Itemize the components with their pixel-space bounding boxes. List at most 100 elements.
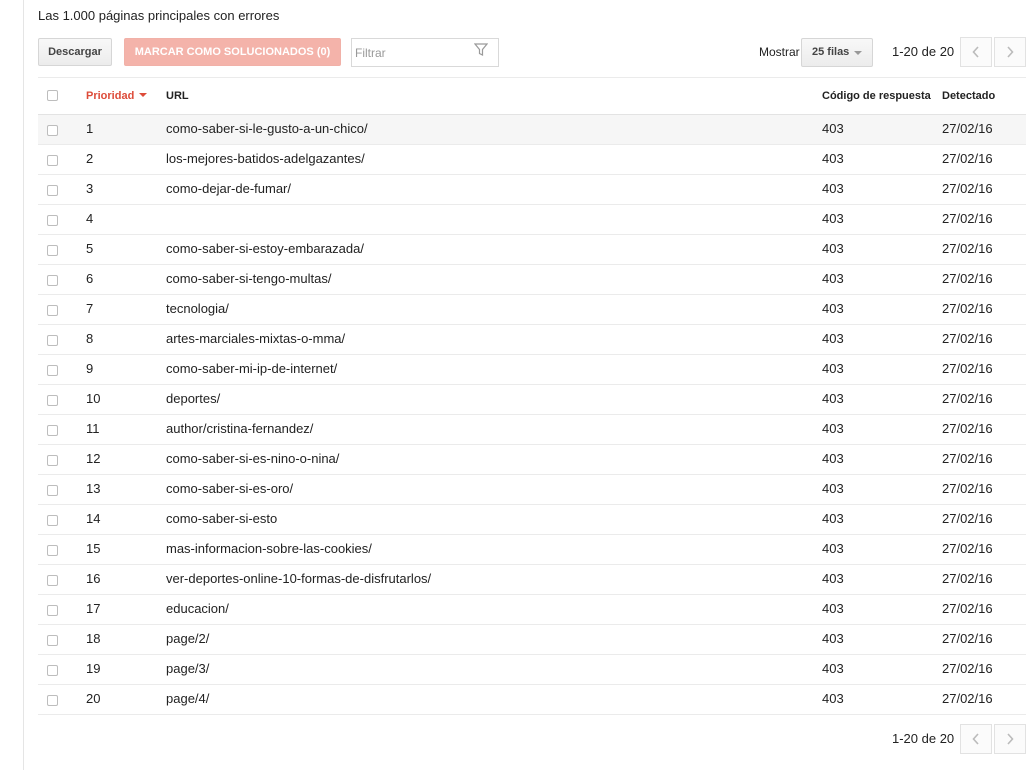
- response-code-cell: 403: [822, 421, 844, 436]
- table-row[interactable]: 16 ver-deportes-online-10-formas-de-disfr…: [38, 565, 1026, 595]
- priority-column-header[interactable]: Prioridad: [86, 90, 148, 102]
- priority-cell: 20: [86, 691, 101, 706]
- url-cell[interactable]: como-saber-mi-ip-de-internet/: [166, 361, 337, 376]
- row-checkbox[interactable]: [47, 155, 58, 166]
- filter-box: [351, 38, 499, 67]
- detected-date-cell: 27/02/16: [942, 511, 993, 526]
- url-cell[interactable]: como-saber-si-es-oro/: [166, 481, 293, 496]
- row-checkbox[interactable]: [47, 125, 58, 136]
- table-row[interactable]: 18 page/2/403 27/02/16: [38, 625, 1026, 655]
- priority-cell: 3: [86, 181, 94, 196]
- row-checkbox[interactable]: [47, 215, 58, 226]
- detected-column-header[interactable]: Detectado: [942, 90, 995, 102]
- detected-date-cell: 27/02/16: [942, 181, 993, 196]
- priority-cell: 8: [86, 331, 94, 346]
- detected-date-cell: 27/02/16: [942, 661, 993, 676]
- priority-header-label: Prioridad: [86, 90, 135, 102]
- url-cell[interactable]: como-saber-si-estoy-embarazada/: [166, 241, 364, 256]
- detected-date-cell: 27/02/16: [942, 331, 993, 346]
- page-title: Las 1.000 páginas principales con errore…: [38, 8, 280, 23]
- table-row[interactable]: 20 page/4/403 27/02/16: [38, 685, 1026, 715]
- row-checkbox[interactable]: [47, 335, 58, 346]
- row-checkbox[interactable]: [47, 545, 58, 556]
- rows-per-page-value: 25 filas: [812, 46, 850, 58]
- url-cell[interactable]: como-dejar-de-fumar/: [166, 181, 291, 196]
- row-checkbox[interactable]: [47, 635, 58, 646]
- row-checkbox[interactable]: [47, 575, 58, 586]
- table-header: Prioridad URL Código de respuesta Detect…: [38, 80, 1026, 115]
- detected-date-cell: 27/02/16: [942, 151, 993, 166]
- table-row[interactable]: 3 como-dejar-de-fumar/403 27/02/16: [38, 175, 1026, 205]
- footer-prev-page-button[interactable]: [960, 724, 992, 754]
- table-row[interactable]: 12 como-saber-si-es-nino-o-nina/403 27/02/…: [38, 445, 1026, 475]
- table-row[interactable]: 9 como-saber-mi-ip-de-internet/403 27/02/1…: [38, 355, 1026, 385]
- filter-input[interactable]: [355, 44, 467, 61]
- url-cell[interactable]: deportes/: [166, 391, 220, 406]
- footer-next-page-button[interactable]: [994, 724, 1026, 754]
- table-row[interactable]: 11 author/cristina-fernandez/403 27/02/16: [38, 415, 1026, 445]
- url-cell[interactable]: artes-marciales-mixtas-o-mma/: [166, 331, 345, 346]
- select-all-checkbox[interactable]: [47, 90, 58, 101]
- page-left-divider: [23, 0, 24, 770]
- response-code-cell: 403: [822, 631, 844, 646]
- table-row[interactable]: 8 artes-marciales-mixtas-o-mma/403 27/02/1…: [38, 325, 1026, 355]
- row-checkbox[interactable]: [47, 455, 58, 466]
- row-checkbox[interactable]: [47, 665, 58, 676]
- chevron-left-icon: [972, 46, 979, 58]
- table-row[interactable]: 14 como-saber-si-esto 403 27/02/16: [38, 505, 1026, 535]
- response-code-column-header[interactable]: Código de respuesta: [822, 90, 931, 102]
- row-checkbox[interactable]: [47, 605, 58, 616]
- row-checkbox[interactable]: [47, 185, 58, 196]
- row-checkbox[interactable]: [47, 275, 58, 286]
- rows-per-page-select[interactable]: 25 filas: [801, 38, 873, 67]
- table-row[interactable]: 19 page/3/403 27/02/16: [38, 655, 1026, 685]
- detected-date-cell: 27/02/16: [942, 121, 993, 136]
- show-label: Mostrar: [759, 45, 800, 59]
- url-cell[interactable]: educacion/: [166, 601, 229, 616]
- url-cell[interactable]: como-saber-si-tengo-multas/: [166, 271, 331, 286]
- priority-cell: 1: [86, 121, 94, 136]
- url-cell[interactable]: mas-informacion-sobre-las-cookies/: [166, 541, 372, 556]
- row-checkbox[interactable]: [47, 695, 58, 706]
- url-cell[interactable]: como-saber-si-es-nino-o-nina/: [166, 451, 339, 466]
- table-row[interactable]: 13 como-saber-si-es-oro/403 27/02/16: [38, 475, 1026, 505]
- download-button[interactable]: Descargar: [38, 38, 112, 66]
- table-row[interactable]: 17 educacion/403 27/02/16: [38, 595, 1026, 625]
- funnel-icon[interactable]: [474, 43, 488, 57]
- url-cell[interactable]: page/4/: [166, 691, 209, 706]
- detected-date-cell: 27/02/16: [942, 391, 993, 406]
- chevron-left-icon: [972, 733, 979, 745]
- url-column-header[interactable]: URL: [166, 90, 189, 102]
- table-row[interactable]: 1 como-saber-si-le-gusto-a-un-chico/403 27…: [38, 115, 1026, 145]
- detected-date-cell: 27/02/16: [942, 541, 993, 556]
- row-checkbox[interactable]: [47, 515, 58, 526]
- mark-fixed-button[interactable]: MARCAR COMO SOLUCIONADOS (0): [124, 38, 341, 66]
- row-checkbox[interactable]: [47, 365, 58, 376]
- next-page-button[interactable]: [994, 37, 1026, 67]
- table-row[interactable]: 2 los-mejores-batidos-adelgazantes/403 27/…: [38, 145, 1026, 175]
- table-row[interactable]: 15 mas-informacion-sobre-las-cookies/403 2…: [38, 535, 1026, 565]
- row-checkbox[interactable]: [47, 425, 58, 436]
- table-row[interactable]: 6 como-saber-si-tengo-multas/403 27/02/16: [38, 265, 1026, 295]
- row-checkbox[interactable]: [47, 305, 58, 316]
- url-cell[interactable]: como-saber-si-esto: [166, 511, 277, 526]
- url-cell[interactable]: como-saber-si-le-gusto-a-un-chico/: [166, 121, 368, 136]
- table-row[interactable]: 5 como-saber-si-estoy-embarazada/403 27/02…: [38, 235, 1026, 265]
- row-checkbox[interactable]: [47, 245, 58, 256]
- url-cell[interactable]: tecnologia/: [166, 301, 229, 316]
- footer-pagination-info: 1-20 de 20: [892, 731, 955, 746]
- url-cell[interactable]: page/2/: [166, 631, 209, 646]
- detected-date-cell: 27/02/16: [942, 571, 993, 586]
- prev-page-button[interactable]: [960, 37, 992, 67]
- table-row[interactable]: 10 deportes/403 27/02/16: [38, 385, 1026, 415]
- row-checkbox[interactable]: [47, 395, 58, 406]
- url-cell[interactable]: ver-deportes-online-10-formas-de-disfrut…: [166, 571, 431, 586]
- url-cell[interactable]: author/cristina-fernandez/: [166, 421, 313, 436]
- table-row[interactable]: 4 403 27/02/16: [38, 205, 1026, 235]
- url-cell[interactable]: page/3/: [166, 661, 209, 676]
- table-row[interactable]: 7 tecnologia/403 27/02/16: [38, 295, 1026, 325]
- row-checkbox[interactable]: [47, 485, 58, 496]
- url-cell[interactable]: los-mejores-batidos-adelgazantes/: [166, 151, 365, 166]
- response-code-cell: 403: [822, 181, 844, 196]
- detected-date-cell: 27/02/16: [942, 301, 993, 316]
